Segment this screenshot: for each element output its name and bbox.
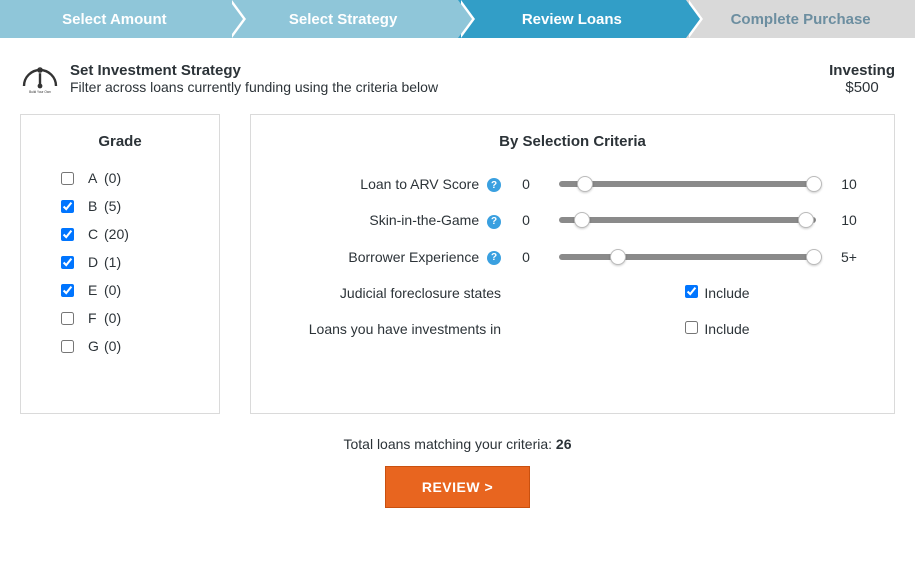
match-count: 26 [556, 436, 572, 452]
grade-checkbox-e[interactable] [61, 284, 74, 297]
grade-row-e[interactable]: E (0) [61, 282, 199, 298]
slider-min: 0 [501, 212, 551, 228]
investing-amount: $500 [829, 79, 895, 96]
help-icon[interactable]: ? [487, 178, 501, 192]
grade-letter: A [88, 170, 104, 186]
grade-panel: Grade A (0) B (5) C (20) D (1) E (0) F (… [20, 114, 220, 414]
investing-summary: Investing $500 [829, 62, 895, 96]
grade-checkbox-d[interactable] [61, 256, 74, 269]
svg-text:Build Your Own: Build Your Own [29, 90, 51, 94]
help-icon[interactable]: ? [487, 215, 501, 229]
criteria-row: Borrower Experience ? 0 5+ [271, 249, 874, 265]
grade-letter: F [88, 310, 104, 326]
grade-letter: E [88, 282, 104, 298]
grade-count: (0) [104, 338, 121, 354]
grade-letter: B [88, 198, 104, 214]
grade-checkbox-g[interactable] [61, 340, 74, 353]
grade-checkbox-f[interactable] [61, 312, 74, 325]
criteria-label: Borrower Experience ? [271, 249, 501, 265]
range-slider[interactable] [559, 181, 816, 187]
grade-row-c[interactable]: C (20) [61, 226, 199, 242]
slider-max: 5+ [824, 249, 874, 265]
slider-thumb-low[interactable] [610, 249, 626, 265]
gauge-icon: Build Your Own [20, 62, 60, 94]
criteria-label: Loans you have investments in [271, 321, 501, 337]
grade-count: (5) [104, 198, 121, 214]
grade-count: (0) [104, 310, 121, 326]
footer: Total loans matching your criteria: 26 R… [0, 414, 915, 508]
criteria-row: Loan to ARV Score ? 0 10 [271, 176, 874, 192]
slider-thumb-low[interactable] [574, 212, 590, 228]
criteria-label: Skin-in-the-Game ? [271, 212, 501, 228]
include-toggle[interactable]: Include [685, 285, 749, 301]
grade-checkbox-c[interactable] [61, 228, 74, 241]
investing-label: Investing [829, 62, 895, 79]
page-title: Set Investment Strategy [70, 62, 438, 79]
include-toggle[interactable]: Include [685, 321, 749, 337]
include-checkbox[interactable] [685, 285, 698, 298]
step-complete-purchase: Complete Purchase [686, 0, 915, 38]
criteria-title: By Selection Criteria [271, 133, 874, 150]
slider-min: 0 [501, 249, 551, 265]
grade-row-a[interactable]: A (0) [61, 170, 199, 186]
grade-row-d[interactable]: D (1) [61, 254, 199, 270]
grade-row-g[interactable]: G (0) [61, 338, 199, 354]
slider-thumb-high[interactable] [806, 176, 822, 192]
help-icon[interactable]: ? [487, 251, 501, 265]
range-slider[interactable] [559, 217, 816, 223]
slider-max: 10 [824, 176, 874, 192]
grade-checkbox-a[interactable] [61, 172, 74, 185]
grade-row-b[interactable]: B (5) [61, 198, 199, 214]
grade-count: (1) [104, 254, 121, 270]
include-checkbox[interactable] [685, 321, 698, 334]
grade-count: (20) [104, 226, 129, 242]
step-review-loans[interactable]: Review Loans [458, 0, 687, 38]
criteria-row: Loans you have investments in Include [271, 321, 874, 337]
slider-thumb-high[interactable] [806, 249, 822, 265]
step-bar: Select Amount Select Strategy Review Loa… [0, 0, 915, 38]
criteria-row: Skin-in-the-Game ? 0 10 [271, 212, 874, 228]
criteria-panel: By Selection Criteria Loan to ARV Score … [250, 114, 895, 414]
slider-min: 0 [501, 176, 551, 192]
grade-checkbox-b[interactable] [61, 200, 74, 213]
step-select-amount[interactable]: Select Amount [0, 0, 229, 38]
grade-letter: C [88, 226, 104, 242]
range-slider[interactable] [559, 254, 816, 260]
match-text: Total loans matching your criteria: 26 [0, 436, 915, 452]
slider-max: 10 [824, 212, 874, 228]
slider-thumb-high[interactable] [798, 212, 814, 228]
page-subtitle: Filter across loans currently funding us… [70, 79, 438, 95]
slider-thumb-low[interactable] [577, 176, 593, 192]
grade-count: (0) [104, 170, 121, 186]
grade-letter: G [88, 338, 104, 354]
criteria-label: Judicial foreclosure states [271, 285, 501, 301]
grade-title: Grade [41, 133, 199, 150]
step-select-strategy[interactable]: Select Strategy [229, 0, 458, 38]
criteria-label: Loan to ARV Score ? [271, 176, 501, 192]
grade-count: (0) [104, 282, 121, 298]
header: Build Your Own Set Investment Strategy F… [0, 62, 915, 114]
grade-letter: D [88, 254, 104, 270]
criteria-row: Judicial foreclosure states Include [271, 285, 874, 301]
grade-row-f[interactable]: F (0) [61, 310, 199, 326]
review-button[interactable]: REVIEW > [385, 466, 530, 508]
